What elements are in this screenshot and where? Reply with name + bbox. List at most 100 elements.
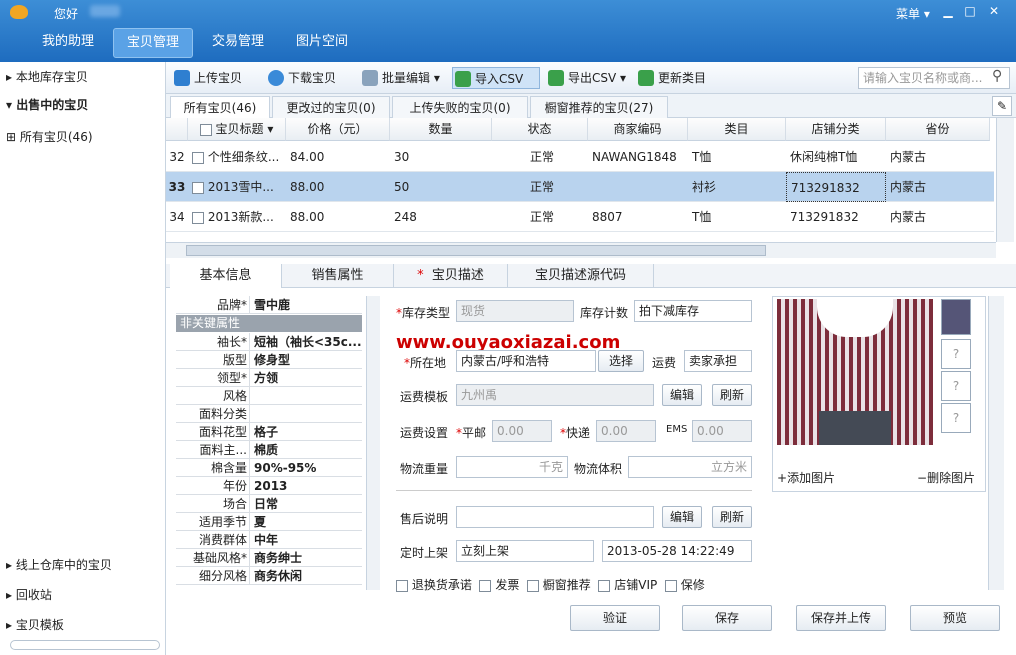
- attr-value[interactable]: 2013: [254, 477, 362, 495]
- tab-all-items[interactable]: 所有宝贝(46): [170, 96, 270, 118]
- tab-item-management[interactable]: 宝贝管理: [113, 28, 193, 58]
- thumbnail-empty[interactable]: ?: [941, 339, 971, 369]
- minimize-icon[interactable]: ▁: [940, 4, 956, 18]
- verify-button[interactable]: 验证: [570, 605, 660, 631]
- weight-input[interactable]: 千克: [456, 456, 568, 478]
- attr-value[interactable]: 商务绅士: [254, 549, 362, 567]
- save-upload-button[interactable]: 保存并上传: [796, 605, 886, 631]
- col-qty[interactable]: 数量: [390, 118, 492, 141]
- checkbox-vip[interactable]: 店铺VIP: [598, 578, 657, 592]
- attr-row[interactable]: 面料主... 棉质: [176, 441, 362, 459]
- attr-row[interactable]: 面料花型 格子: [176, 423, 362, 441]
- table-row[interactable]: 32 个性细条纹... 84.00 30 正常 NAWANG1848 T恤 休闲…: [166, 142, 994, 172]
- tab-description[interactable]: * 宝贝描述: [394, 264, 508, 288]
- close-icon[interactable]: ✕: [986, 4, 1002, 18]
- express-fee-input[interactable]: 0.00: [596, 420, 656, 442]
- product-image[interactable]: [777, 297, 933, 445]
- tab-window-items[interactable]: 橱窗推荐的宝贝(27): [530, 96, 668, 118]
- search-input[interactable]: 请输入宝贝名称或商...: [858, 67, 1010, 89]
- attr-row[interactable]: 场合 日常: [176, 495, 362, 513]
- col-price[interactable]: 价格（元）: [286, 118, 390, 141]
- post-fee-input[interactable]: 0.00: [492, 420, 552, 442]
- attr-value[interactable]: 方领: [254, 369, 362, 387]
- col-status[interactable]: 状态: [492, 118, 588, 141]
- thumbnail[interactable]: [941, 299, 971, 335]
- upload-button[interactable]: 上传宝贝: [172, 67, 242, 89]
- save-button[interactable]: 保存: [682, 605, 772, 631]
- stock-type-select[interactable]: 现货: [456, 300, 574, 322]
- table-row[interactable]: 34 2013新款... 88.00 248 正常 8807 T恤 713291…: [166, 202, 994, 232]
- edit-columns-icon[interactable]: ✎: [992, 96, 1012, 116]
- export-csv-button[interactable]: 导出CSV ▾: [546, 67, 626, 89]
- location-select[interactable]: 内蒙古/呼和浩特: [456, 350, 596, 372]
- attr-scrollbar[interactable]: [366, 296, 380, 590]
- attr-row[interactable]: 领型* 方领: [176, 369, 362, 387]
- col-title[interactable]: 宝贝标题 ▾: [188, 118, 286, 141]
- attr-value[interactable]: 90%-95%: [254, 459, 362, 477]
- checkbox-window[interactable]: 橱窗推荐: [526, 578, 591, 592]
- col-code[interactable]: 商家编码: [588, 118, 688, 141]
- col-shop-category[interactable]: 店铺分类: [786, 118, 886, 141]
- attr-row[interactable]: 棉含量 90%-95%: [176, 459, 362, 477]
- attr-row[interactable]: 适用季节夏: [176, 513, 362, 531]
- import-csv-button[interactable]: 导入CSV: [452, 67, 540, 89]
- attr-row[interactable]: 袖长* 短袖（袖长<35c...: [176, 333, 362, 351]
- attr-value[interactable]: 商务休闲: [254, 567, 362, 585]
- attr-value[interactable]: 修身型: [254, 351, 362, 369]
- attr-value[interactable]: 格子: [254, 423, 362, 441]
- choose-location-button[interactable]: 选择: [598, 350, 644, 372]
- thumbnail-empty[interactable]: ?: [941, 403, 971, 433]
- tab-failed-items[interactable]: 上传失败的宝贝(0): [392, 96, 528, 118]
- listing-time-select[interactable]: 立刻上架: [456, 540, 594, 562]
- table-hscrollbar[interactable]: [166, 242, 996, 258]
- menu-button[interactable]: 菜单 ▾: [896, 5, 930, 22]
- ems-fee-input[interactable]: 0.00: [692, 420, 752, 442]
- checkbox-invoice[interactable]: 发票: [479, 578, 519, 592]
- batch-edit-button[interactable]: 批量编辑 ▾: [360, 67, 440, 89]
- col-province[interactable]: 省份: [886, 118, 990, 141]
- tab-description-source[interactable]: 宝贝描述源代码: [508, 264, 654, 288]
- refresh-template-button[interactable]: 刷新: [712, 384, 752, 406]
- search-icon[interactable]: ⚲: [992, 68, 1002, 84]
- update-category-button[interactable]: 更新类目: [636, 67, 706, 89]
- preview-button[interactable]: 预览: [910, 605, 1000, 631]
- attr-row[interactable]: 版型 修身型: [176, 351, 362, 369]
- delete-image-button[interactable]: −删除图片: [917, 469, 975, 486]
- attr-row[interactable]: 消费群体 中年: [176, 531, 362, 549]
- sidebar-item-template[interactable]: ▸ 宝贝模板: [6, 616, 64, 633]
- edit-after-sale-button[interactable]: 编辑: [662, 506, 702, 528]
- volume-input[interactable]: 立方米: [628, 456, 752, 478]
- sidebar-item-selling[interactable]: ▾ 出售中的宝贝: [6, 96, 88, 113]
- attr-row[interactable]: 细分风格 商务休闲: [176, 567, 362, 585]
- edit-template-button[interactable]: 编辑: [662, 384, 702, 406]
- sidebar-item-warehouse[interactable]: ▸ 线上仓库中的宝贝: [6, 556, 112, 573]
- add-image-button[interactable]: +添加图片: [777, 469, 835, 486]
- attr-row[interactable]: 面料分类: [176, 405, 362, 423]
- maximize-icon[interactable]: □: [962, 4, 978, 18]
- listing-datetime-input[interactable]: 2013-05-28 14:22:49: [602, 540, 752, 562]
- attr-value[interactable]: 棉质: [254, 441, 362, 459]
- thumbnail-empty[interactable]: ?: [941, 371, 971, 401]
- sidebar-item-all[interactable]: ⊞ 所有宝贝(46): [6, 128, 93, 145]
- table-row[interactable]: 33 2013雪中... 88.00 50 正常 衬衫 713291832 内蒙…: [166, 172, 994, 202]
- sidebar-item-local[interactable]: ▸ 本地库存宝贝: [6, 68, 88, 85]
- tab-changed-items[interactable]: 更改过的宝贝(0): [272, 96, 390, 118]
- tab-image-space[interactable]: 图片空间: [284, 28, 360, 58]
- attr-row[interactable]: 基础风格* 商务绅士: [176, 549, 362, 567]
- tab-trade-management[interactable]: 交易管理: [200, 28, 276, 58]
- tab-basic-info[interactable]: 基本信息: [170, 264, 282, 288]
- attr-value[interactable]: 日常: [254, 495, 362, 513]
- tab-sale-attrs[interactable]: 销售属性: [282, 264, 394, 288]
- attr-row[interactable]: 年份 2013: [176, 477, 362, 495]
- col-category[interactable]: 类目: [688, 118, 786, 141]
- sidebar-item-recycle[interactable]: ▸ 回收站: [6, 586, 52, 603]
- checkbox-warranty[interactable]: 保修: [664, 578, 705, 592]
- table-vscrollbar[interactable]: [996, 118, 1014, 242]
- checkbox-return[interactable]: 退换货承诺: [396, 578, 472, 592]
- tab-assistant[interactable]: 我的助理: [30, 28, 106, 58]
- attr-value[interactable]: 中年: [254, 531, 362, 549]
- attr-value[interactable]: 夏: [254, 513, 362, 531]
- attr-value[interactable]: 短袖（袖长<35c...: [254, 333, 362, 351]
- shipping-select[interactable]: 卖家承担: [684, 350, 752, 372]
- refresh-after-sale-button[interactable]: 刷新: [712, 506, 752, 528]
